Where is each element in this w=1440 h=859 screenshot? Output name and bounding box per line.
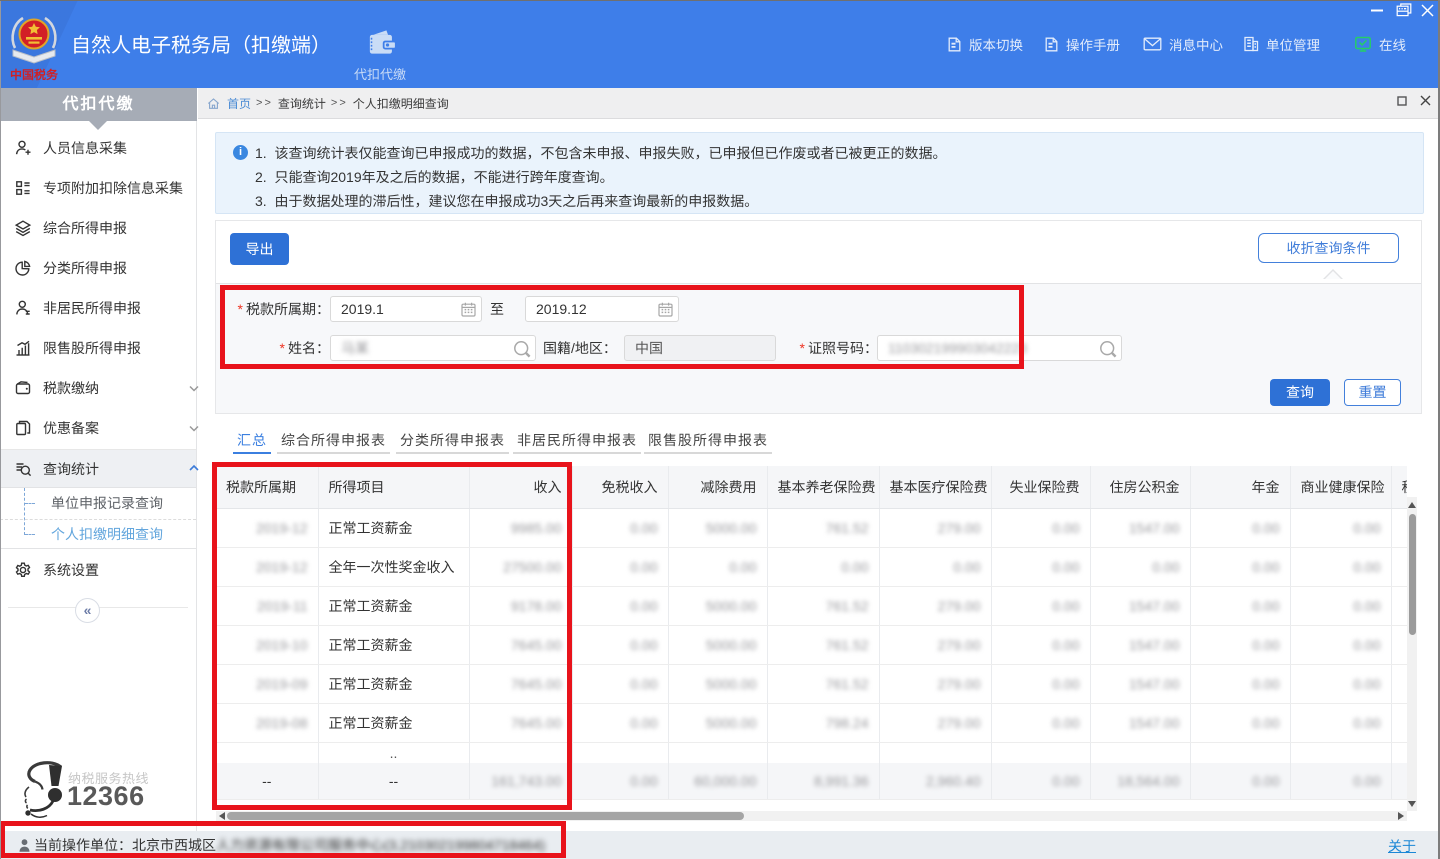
svg-text:中国税务: 中国税务 [10,66,59,83]
